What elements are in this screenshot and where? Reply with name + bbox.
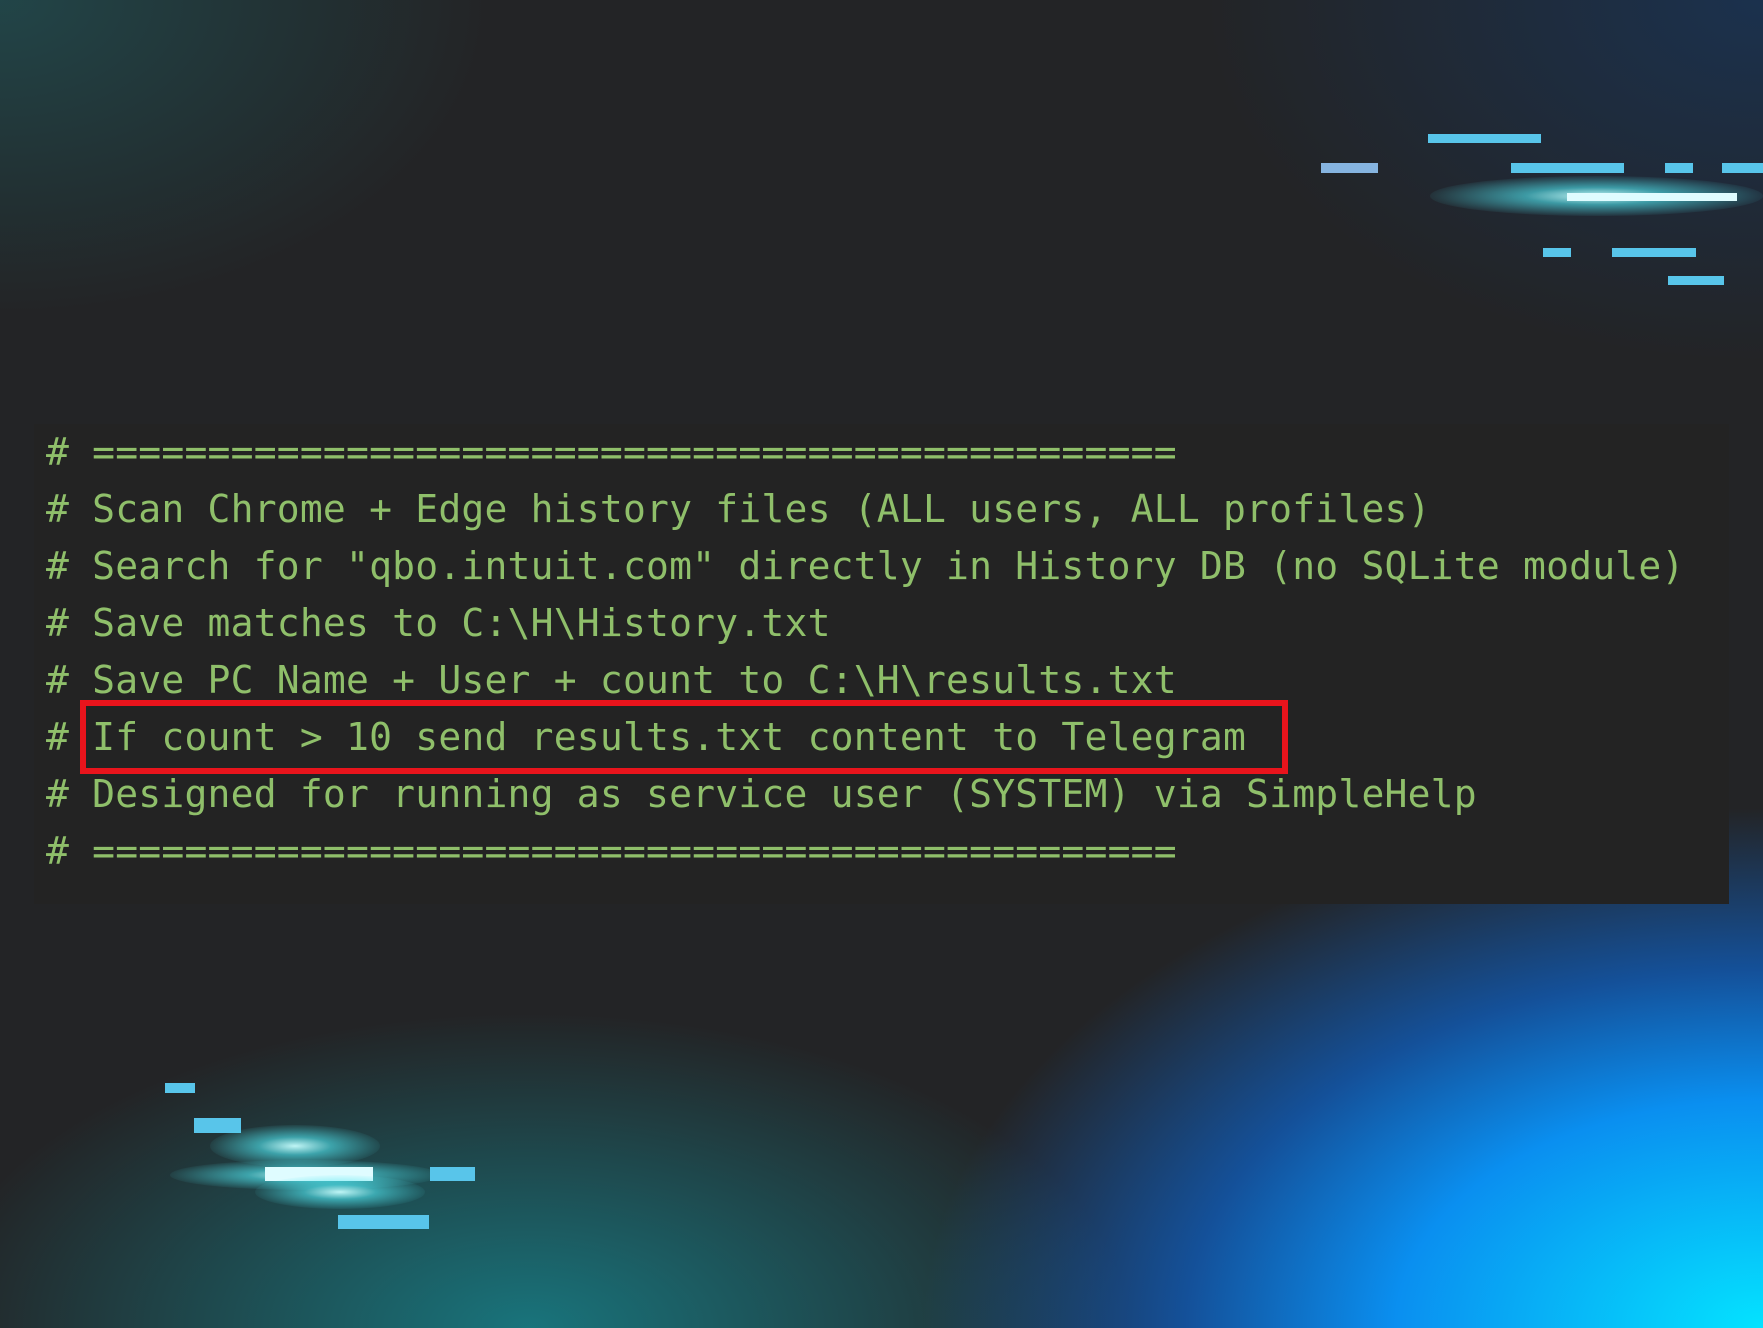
decorative-streak (1543, 248, 1571, 257)
decorative-streak (430, 1167, 475, 1181)
code-line: # Search for "qbo.intuit.com" directly i… (46, 544, 1685, 588)
decorative-streak (1321, 163, 1378, 173)
code-line-divider-top: # ======================================… (46, 430, 1177, 474)
decorative-streak (1511, 163, 1624, 173)
code-line: # Save matches to C:\H\History.txt (46, 601, 831, 645)
code-comment-panel: # ======================================… (34, 424, 1729, 904)
code-line: # Scan Chrome + Edge history files (ALL … (46, 487, 1431, 531)
decorative-streak (1722, 163, 1763, 173)
decorative-streak (338, 1215, 429, 1229)
decorative-streak (1428, 134, 1541, 143)
decorative-streak (1612, 248, 1696, 257)
decorative-streak (165, 1083, 195, 1093)
decorative-glow (255, 1175, 425, 1209)
code-line-divider-bottom: # ======================================… (46, 829, 1177, 873)
decorative-streak (1567, 193, 1737, 201)
decorative-streak (1665, 163, 1693, 173)
decorative-streak (1668, 276, 1724, 285)
code-line: # Designed for running as service user (… (46, 772, 1477, 816)
highlight-box (80, 700, 1288, 774)
